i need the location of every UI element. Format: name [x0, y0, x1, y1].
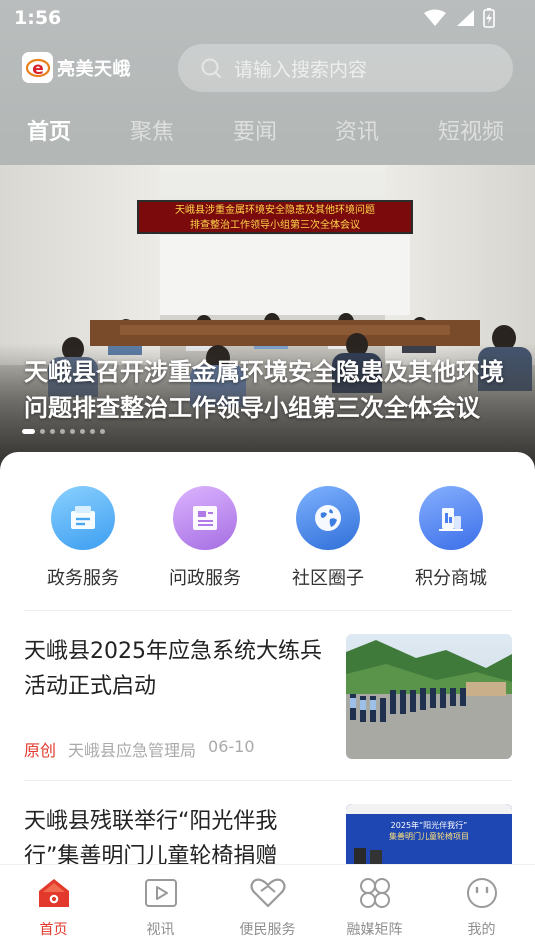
- service-government[interactable]: 政务服务: [22, 486, 144, 590]
- tab-focus[interactable]: 聚焦: [130, 114, 174, 146]
- logo-mark-icon: e: [22, 52, 53, 83]
- status-icons: [423, 8, 495, 28]
- news-title: 天峨县残联举行“阳光伴我行”集善明门儿童轮椅捐赠: [24, 809, 278, 869]
- meeting-table-cloth: [120, 325, 450, 335]
- nav-media-matrix[interactable]: 融媒矩阵: [321, 875, 428, 939]
- content-card: 政务服务 问政服务 社区圈子 积分商城 天峨县2025年应急系统大练兵活动正式启…: [0, 452, 535, 872]
- nav-label: 融媒矩阵: [346, 922, 403, 938]
- svg-text:2025年“阳光伴我行”: 2025年“阳光伴我行”: [391, 820, 468, 830]
- nav-profile[interactable]: 我的: [428, 875, 535, 939]
- meeting-banner-line2: 排查整治工作领导小组第三次全体会议: [190, 220, 360, 231]
- home-icon: [0, 875, 107, 911]
- hero-headline[interactable]: 天峨县召开涉重金属环境安全隐患及其他环境问题排查整治工作领导小组第三次全体会议: [24, 354, 519, 426]
- nav-label: 首页: [39, 922, 68, 938]
- government-service-icon: [51, 486, 115, 550]
- news-item[interactable]: 天峨县残联举行“阳光伴我行”集善明门儿童轮椅捐赠 2025年“阳光伴我行” 集善…: [0, 804, 535, 872]
- news-meta: 原创 天峨县应急管理局 06-10: [24, 737, 255, 761]
- search-placeholder: 请输入搜索内容: [234, 58, 368, 81]
- globe-icon: [296, 486, 360, 550]
- wifi-icon: [424, 9, 446, 26]
- carousel-dot: [22, 429, 35, 434]
- grid-icon: [321, 875, 428, 911]
- nav-home[interactable]: 首页: [0, 875, 107, 939]
- meeting-banner-line1: 天峨县涉重金属环境安全隐患及其他环境问题: [175, 205, 375, 216]
- service-label: 积分商城: [415, 568, 487, 589]
- shop-building-icon: [419, 486, 483, 550]
- video-icon: [107, 875, 214, 911]
- tab-news[interactable]: 资讯: [335, 114, 379, 146]
- meeting-banner: 天峨县涉重金属环境安全隐患及其他环境问题 排查整治工作领导小组第三次全体会议: [137, 200, 413, 234]
- carousel-dot: [70, 429, 75, 434]
- news-title: 天峨县2025年应急系统大练兵活动正式启动: [24, 639, 322, 699]
- nav-label: 便民服务: [239, 922, 296, 938]
- svg-text:e: e: [32, 59, 44, 79]
- nav-label: 视讯: [146, 922, 175, 938]
- service-community[interactable]: 社区圈子: [267, 486, 389, 590]
- nav-label: 我的: [467, 922, 496, 938]
- service-label: 政务服务: [47, 568, 119, 589]
- app-logo[interactable]: e 亮美天峨: [22, 52, 131, 83]
- signal-icon: [457, 10, 474, 26]
- document-icon: [173, 486, 237, 550]
- service-label: 社区圈子: [292, 568, 364, 589]
- carousel-dot: [90, 429, 95, 434]
- svg-text:集善明门儿童轮椅项目: 集善明门儿童轮椅项目: [389, 831, 469, 841]
- top-bar: e 亮美天峨 请输入搜索内容: [0, 44, 535, 94]
- carousel-dot: [60, 429, 65, 434]
- carousel-dot: [100, 429, 105, 434]
- battery-icon: [483, 8, 495, 28]
- hero-header: 天峨县涉重金属环境安全隐患及其他环境问题 排查整治工作领导小组第三次全体会议 1…: [0, 0, 535, 470]
- service-inquiry[interactable]: 问政服务: [144, 486, 266, 590]
- profile-icon: [428, 875, 535, 911]
- status-time: 1:56: [14, 7, 62, 29]
- nav-convenience[interactable]: 便民服务: [214, 875, 321, 939]
- news-date: 06-10: [208, 737, 255, 756]
- carousel-indicator: [22, 429, 105, 434]
- tab-short-video[interactable]: 短视频: [438, 114, 504, 146]
- nav-video[interactable]: 视讯: [107, 875, 214, 939]
- bottom-nav: 首页 视讯 便民服务 融媒矩阵 我的: [0, 864, 535, 951]
- tab-headlines[interactable]: 要闻: [233, 114, 277, 146]
- divider: [24, 780, 512, 781]
- news-thumbnail: [346, 634, 512, 759]
- meeting-screen: [160, 235, 410, 315]
- service-grid: 政务服务 问政服务 社区圈子 积分商城: [0, 486, 535, 596]
- carousel-dot: [50, 429, 55, 434]
- tab-home[interactable]: 首页: [27, 114, 71, 146]
- carousel-dot: [40, 429, 45, 434]
- logo-text: 亮美天峨: [57, 58, 131, 80]
- channel-tabs: 首页 聚焦 要闻 资讯 短视频: [0, 114, 535, 154]
- status-bar: 1:56: [0, 0, 535, 38]
- divider: [24, 610, 512, 611]
- news-source: 天峨县应急管理局: [68, 741, 197, 760]
- service-points-mall[interactable]: 积分商城: [390, 486, 512, 590]
- search-icon: [201, 58, 221, 78]
- search-input[interactable]: 请输入搜索内容: [178, 44, 513, 92]
- service-label: 问政服务: [169, 568, 241, 589]
- news-item[interactable]: 天峨县2025年应急系统大练兵活动正式启动 原创 天峨县应急管理局 06-10: [0, 634, 535, 764]
- news-tag: 原创: [24, 741, 57, 760]
- carousel-dot: [80, 429, 85, 434]
- heart-service-icon: [214, 875, 321, 911]
- news-thumbnail: 2025年“阳光伴我行” 集善明门儿童轮椅项目: [346, 804, 512, 872]
